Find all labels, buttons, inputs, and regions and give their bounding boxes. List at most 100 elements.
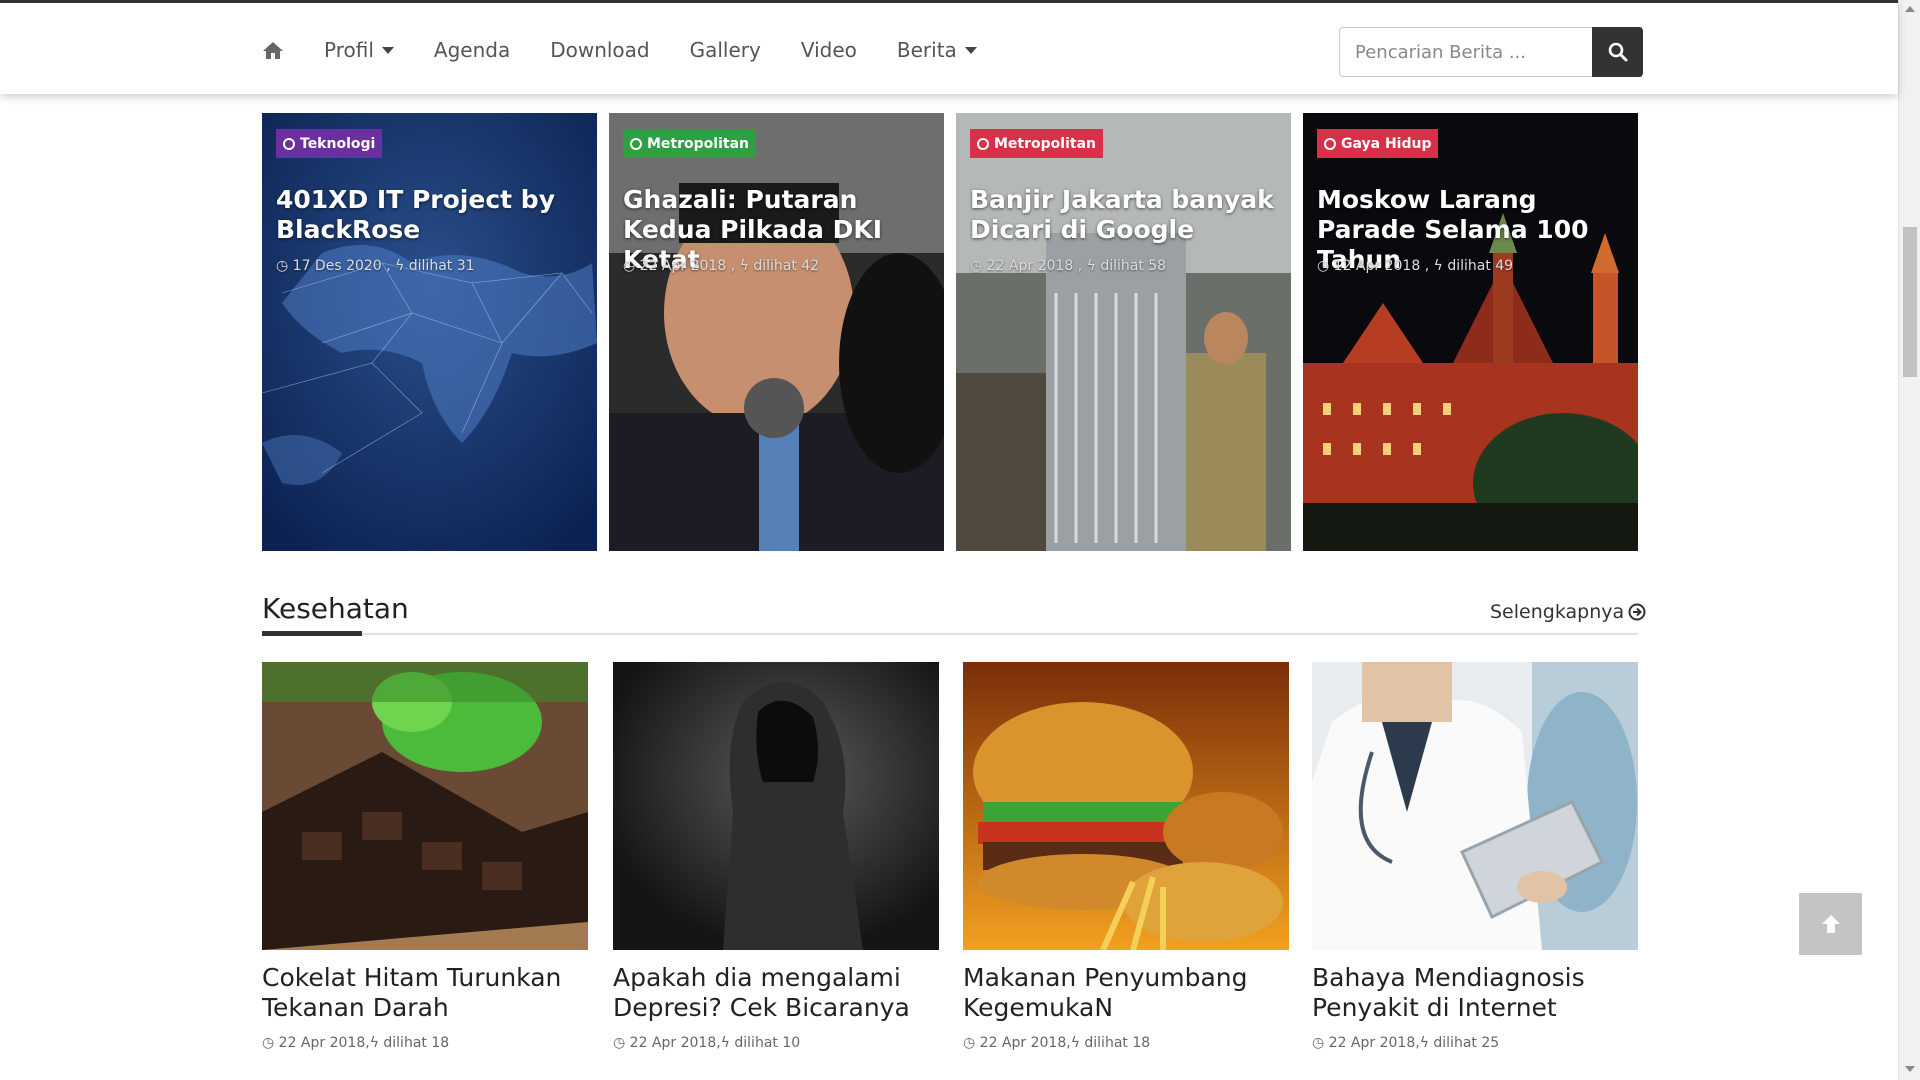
view-count: dilihat 49 [1447,258,1514,274]
nav-gallery[interactable]: Gallery [690,38,761,62]
nav-berita[interactable]: Berita [897,38,977,62]
scrollbar-thumb[interactable] [1903,227,1917,377]
featured-title[interactable]: Banjir Jakarta banyak Dicari di Google [970,185,1275,245]
section-title: Kesehatan [262,592,409,625]
post-date: 22 Apr 2018 [278,1035,366,1051]
post-date: 22 Apr 2018 [979,1035,1067,1051]
nav-profil-label: Profil [324,38,374,62]
clock-icon: ◷ [1317,258,1330,274]
chevron-down-icon [964,46,977,54]
meta-separator: , [1420,258,1434,274]
article-thumbnail[interactable] [963,662,1289,950]
category-badge[interactable]: Teknologi [276,129,383,158]
article-thumbnail[interactable] [1312,662,1638,950]
featured-image [262,113,597,551]
post-date: 12 Apr 2018 [1333,258,1421,274]
category-badge[interactable]: Gaya Hidup [1317,129,1439,158]
featured-card[interactable]: Gaya Hidup Moskow Larang Parade Selama 1… [1303,113,1638,551]
meta-separator: , [726,258,740,274]
view-count: dilihat 10 [734,1035,801,1051]
article-meta: ◷ 22 Apr 2018 , ϟ dilihat 25 [1312,1035,1638,1051]
featured-image [956,113,1291,551]
nav-video[interactable]: Video [801,38,857,62]
category-badge[interactable]: Metropolitan [970,129,1103,158]
post-date: 22 Apr 2018 [629,1035,717,1051]
article-meta: ◷ 22 Apr 2018 , ϟ dilihat 18 [262,1035,588,1051]
article-thumbnail[interactable] [262,662,588,950]
arrow-circle-right-icon [1628,603,1646,621]
main-nav: Profil Agenda Download Gallery Video Ber… [262,3,1017,97]
category-label: Metropolitan [647,135,749,152]
featured-image [1303,113,1638,551]
featured-card[interactable]: Metropolitan Banjir Jakarta banyak Dicar… [956,113,1291,551]
article-card[interactable]: Apakah dia mengalami Depresi? Cek Bicara… [613,662,939,1051]
article-card[interactable]: Bahaya Mendiagnosis Penyakit di Internet… [1312,662,1638,1051]
clock-icon: ◷ [613,1035,630,1051]
featured-card[interactable]: Teknologi 401XD IT Project by BlackRose … [262,113,597,551]
post-date: 22 Apr 2018 [986,258,1074,274]
category-label: Gaya Hidup [1341,135,1432,152]
bolt-icon: ϟ [720,1035,735,1051]
featured-meta: ◷ 22 Apr 2018 , ϟ dilihat 58 [970,258,1166,274]
view-count: dilihat 58 [1100,258,1167,274]
view-count: dilihat 42 [753,258,820,274]
article-meta: ◷ 22 Apr 2018 , ϟ dilihat 10 [613,1035,939,1051]
see-more-label: Selengkapnya [1490,601,1625,623]
chevron-down-icon [381,46,394,54]
featured-meta: ◷ 17 Des 2020 , ϟ dilihat 31 [276,258,475,274]
clock-icon: ◷ [1312,1035,1329,1051]
clock-icon: ◷ [262,1035,279,1051]
category-badge[interactable]: Metropolitan [623,129,756,158]
bolt-icon: ϟ [369,1035,384,1051]
search-button[interactable] [1592,27,1643,77]
featured-meta: ◷ 22 Apr 2018 , ϟ dilihat 42 [623,258,819,274]
nav-profil[interactable]: Profil [324,38,394,62]
clock-icon: ◷ [276,258,289,274]
article-title[interactable]: Makanan Penyumbang KegemukaN [963,963,1289,1023]
featured-title[interactable]: 401XD IT Project by BlackRose [276,185,581,245]
bolt-icon: ϟ [1419,1035,1434,1051]
nav-download[interactable]: Download [550,38,649,62]
article-title[interactable]: Apakah dia mengalami Depresi? Cek Bicara… [613,963,939,1023]
view-count: dilihat 31 [408,258,475,274]
vertical-scrollbar[interactable] [1898,0,1920,1080]
clock-icon: ◷ [963,1035,980,1051]
article-card[interactable]: Makanan Penyumbang KegemukaN ◷ 22 Apr 20… [963,662,1289,1051]
home-icon[interactable] [262,40,284,60]
top-navbar: Profil Agenda Download Gallery Video Ber… [0,0,1898,94]
nav-gallery-label: Gallery [689,38,761,62]
post-date: 17 Des 2020 [292,258,382,274]
meta-separator: , [1073,258,1087,274]
nav-video-label: Video [800,38,857,62]
clock-icon: ◷ [970,258,983,274]
article-title[interactable]: Cokelat Hitam Turunkan Tekanan Darah [262,963,588,1023]
scroll-down-arrow-icon[interactable] [1905,1066,1915,1072]
article-card[interactable]: Cokelat Hitam Turunkan Tekanan Darah ◷ 2… [262,662,588,1051]
article-thumbnail[interactable] [613,662,939,950]
nav-berita-label: Berita [896,38,957,62]
see-more-link[interactable]: Selengkapnya [1490,601,1646,623]
bolt-icon: ϟ [395,258,405,274]
back-to-top-button[interactable] [1799,893,1862,955]
section-divider [262,633,1638,635]
article-meta: ◷ 22 Apr 2018 , ϟ dilihat 18 [963,1035,1289,1051]
nav-download-label: Download [550,38,650,62]
view-count: dilihat 25 [1433,1035,1500,1051]
category-label: Metropolitan [994,135,1096,152]
view-count: dilihat 18 [383,1035,450,1051]
search-icon [1608,42,1627,62]
category-label: Teknologi [300,135,376,152]
post-date: 22 Apr 2018 [639,258,727,274]
scroll-up-arrow-icon[interactable] [1905,6,1915,12]
nav-agenda-label: Agenda [433,38,511,62]
bolt-icon: ϟ [739,258,749,274]
featured-meta: ◷ 12 Apr 2018 , ϟ dilihat 49 [1317,258,1513,274]
featured-card[interactable]: Metropolitan Ghazali: Putaran Kedua Pilk… [609,113,944,551]
view-count: dilihat 18 [1084,1035,1151,1051]
featured-news: Teknologi 401XD IT Project by BlackRose … [262,113,1638,551]
clock-icon: ◷ [623,258,636,274]
post-date: 22 Apr 2018 [1328,1035,1416,1051]
nav-agenda[interactable]: Agenda [434,38,510,62]
meta-separator: , [381,258,396,274]
article-title[interactable]: Bahaya Mendiagnosis Penyakit di Internet [1312,963,1638,1023]
